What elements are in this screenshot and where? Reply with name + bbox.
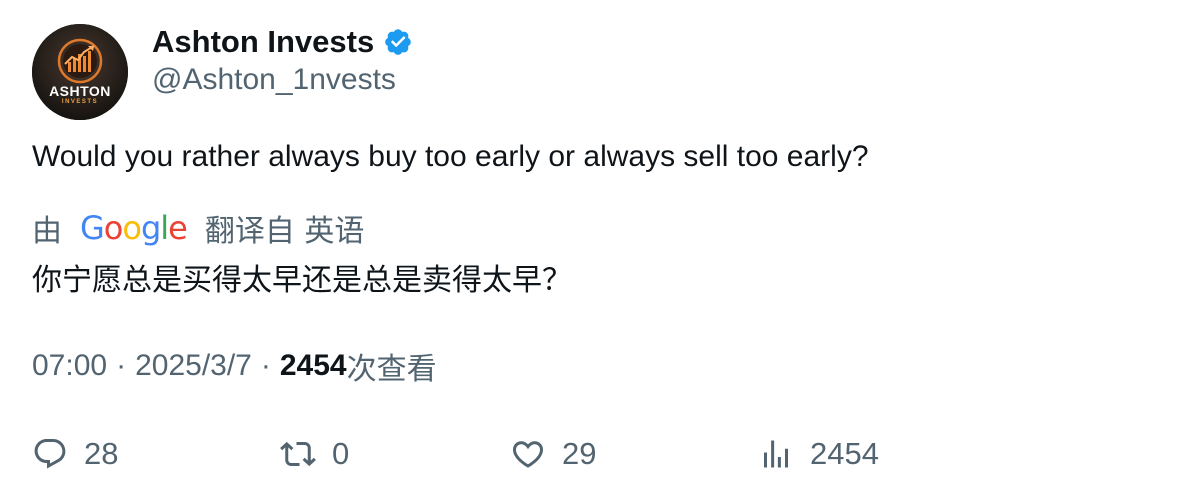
- views-button[interactable]: 2454: [758, 430, 879, 478]
- google-letter: o: [103, 209, 124, 247]
- google-logo: G o o g l e: [80, 209, 188, 247]
- google-letter: o: [122, 209, 142, 247]
- tweet-time[interactable]: 07:00: [32, 349, 107, 383]
- heart-icon: [512, 441, 544, 468]
- retweet-button[interactable]: 0: [280, 430, 349, 478]
- retweet-count: 0: [332, 436, 350, 471]
- tweet-text: Would you rather always buy too early or…: [32, 140, 869, 173]
- action-bar: 28 0 29 2454: [0, 430, 1196, 478]
- tweet-date[interactable]: 2025/3/7: [135, 349, 252, 383]
- author-name-row: Ashton Invests: [152, 22, 413, 62]
- like-count: 29: [562, 436, 597, 471]
- avatar-subtitle: INVESTS: [61, 99, 99, 105]
- tweet-meta: 07:00 · 2025/3/7 · 2454 次查看: [32, 344, 437, 388]
- analytics-icon: [764, 440, 788, 468]
- reply-button[interactable]: 28: [32, 430, 118, 478]
- author-handle[interactable]: @Ashton_1nvests: [152, 63, 396, 97]
- google-letter: l: [160, 209, 169, 247]
- translation-attribution[interactable]: 由 G o o g l e 翻译自 英语: [32, 207, 364, 249]
- tweet-card: ASHTON INVESTS Ashton Invests @Ashton_1n…: [0, 0, 1196, 498]
- meta-separator: ·: [260, 349, 271, 382]
- views-action-count: 2454: [810, 436, 879, 471]
- like-button[interactable]: 29: [510, 430, 596, 478]
- verified-badge-icon[interactable]: [383, 27, 413, 57]
- reply-icon: [34, 439, 66, 469]
- reply-count: 28: [84, 436, 119, 471]
- avatar-logo-icon: [32, 24, 128, 120]
- avatar[interactable]: ASHTON INVESTS: [32, 24, 128, 120]
- translated-from-label: 翻译自 英语: [204, 214, 365, 249]
- google-letter: e: [168, 209, 188, 247]
- avatar-brand: ASHTON: [49, 83, 111, 99]
- google-letter: G: [80, 209, 105, 247]
- meta-separator: ·: [116, 349, 127, 382]
- author-display-name[interactable]: Ashton Invests: [152, 24, 374, 60]
- google-letter: g: [140, 209, 161, 247]
- translated-by-label: 由: [32, 214, 62, 249]
- retweet-icon: [280, 441, 316, 467]
- views-label: 次查看: [346, 352, 437, 387]
- translated-text: 你宁愿总是买得太早还是总是卖得太早？: [32, 263, 572, 298]
- views-count: 2454: [279, 349, 347, 382]
